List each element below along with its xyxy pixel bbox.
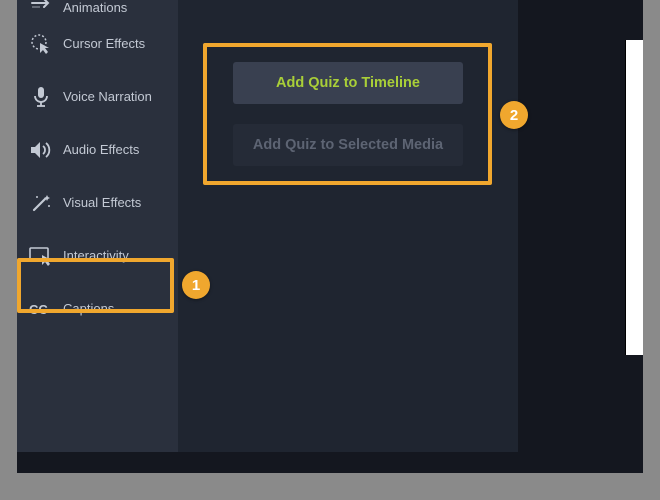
annotation-badge-1: 1 bbox=[182, 271, 210, 299]
add-quiz-timeline-button[interactable]: Add Quiz to Timeline bbox=[233, 62, 463, 104]
sidebar-item-label: Animations bbox=[63, 0, 127, 15]
microphone-icon bbox=[27, 85, 55, 109]
sidebar-item-label: Cursor Effects bbox=[63, 36, 145, 51]
interactivity-icon bbox=[27, 244, 55, 268]
preview-area bbox=[518, 0, 643, 452]
timeline-strip bbox=[17, 452, 643, 473]
sidebar-item-label: Captions bbox=[63, 301, 114, 316]
add-quiz-selected-media-button: Add Quiz to Selected Media bbox=[233, 124, 463, 166]
button-label: Add Quiz to Timeline bbox=[276, 75, 420, 91]
animations-icon bbox=[27, 0, 55, 15]
sidebar-item-captions[interactable]: CC Captions bbox=[17, 282, 178, 335]
sidebar-item-voice-narration[interactable]: Voice Narration bbox=[17, 70, 178, 123]
app-frame: Animations Cursor Effects Voice Narr bbox=[17, 0, 643, 473]
sidebar-item-cursor-effects[interactable]: Cursor Effects bbox=[17, 17, 178, 70]
sidebar-item-label: Visual Effects bbox=[63, 195, 141, 210]
button-label: Add Quiz to Selected Media bbox=[253, 137, 443, 153]
sidebar-item-label: Audio Effects bbox=[63, 142, 139, 157]
sidebar-item-audio-effects[interactable]: Audio Effects bbox=[17, 123, 178, 176]
tools-sidebar: Animations Cursor Effects Voice Narr bbox=[17, 0, 178, 452]
preview-canvas-edge bbox=[625, 40, 643, 355]
sidebar-item-animations[interactable]: Animations bbox=[17, 0, 178, 17]
captions-icon: CC bbox=[27, 297, 55, 321]
svg-text:CC: CC bbox=[29, 302, 48, 317]
cursor-effects-icon bbox=[27, 32, 55, 56]
sidebar-item-interactivity[interactable]: Interactivity bbox=[17, 229, 178, 282]
interactivity-panel: Add Quiz to Timeline Add Quiz to Selecte… bbox=[178, 0, 518, 452]
sidebar-item-visual-effects[interactable]: Visual Effects bbox=[17, 176, 178, 229]
wand-icon bbox=[27, 191, 55, 215]
sidebar-item-label: Interactivity bbox=[63, 248, 129, 263]
sidebar-item-label: Voice Narration bbox=[63, 89, 152, 104]
annotation-badge-2: 2 bbox=[500, 101, 528, 129]
speaker-icon bbox=[27, 138, 55, 162]
